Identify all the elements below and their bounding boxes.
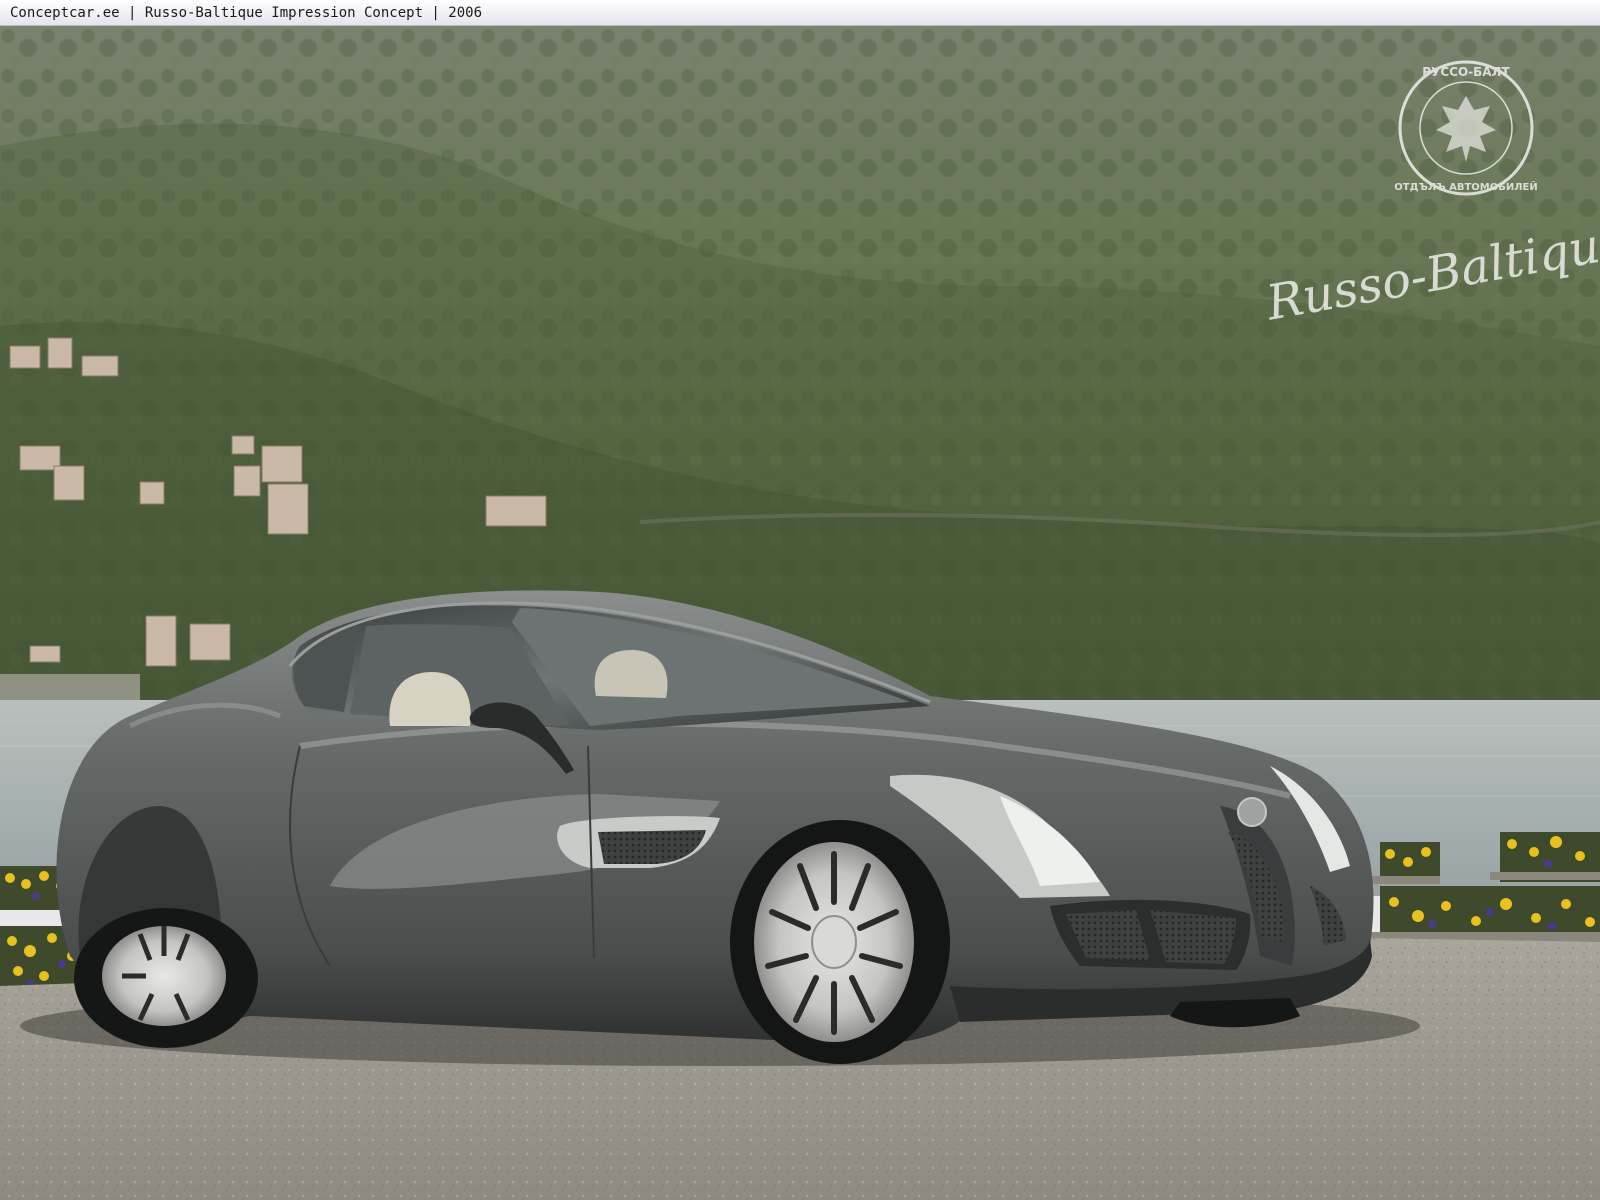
seal-top-text: РУССО-БАЛТ [1422,65,1510,79]
window-title-bar: Conceptcar.ee | Russo-Baltique Impressio… [0,0,1600,26]
car-photo: РУССО-БАЛТ ОТДЪЛЪ АВТОМОБИЛЕЙ Russo-Balt… [0,26,1600,1200]
seal-bottom-text: ОТДЪЛЪ АВТОМОБИЛЕЙ [1394,180,1537,193]
rear-wheel [74,908,258,1048]
window-title: Conceptcar.ee | Russo-Baltique Impressio… [10,5,483,21]
window: Conceptcar.ee | Russo-Baltique Impressio… [0,0,1600,1200]
front-wheel [730,820,950,1064]
